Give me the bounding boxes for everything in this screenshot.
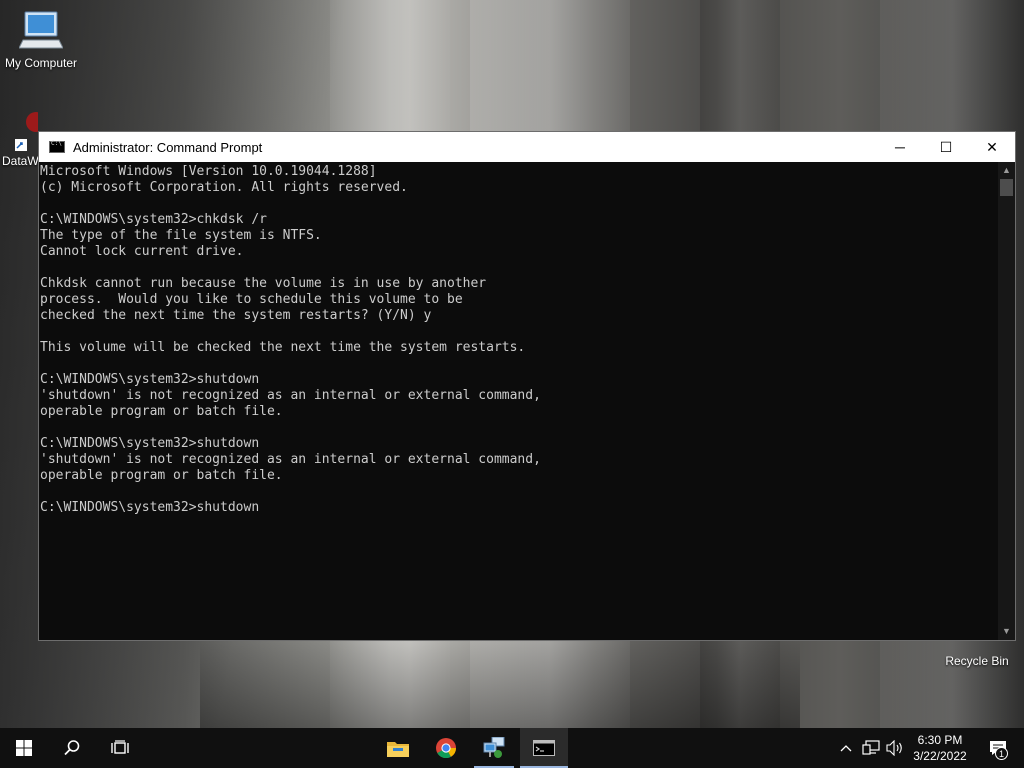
title-bar[interactable]: Administrator: Command Prompt ─ ☐ ✕ — [39, 132, 1015, 162]
chrome-icon — [436, 738, 457, 759]
taskbar-command-prompt[interactable] — [520, 728, 568, 768]
clock-time: 6:30 PM — [917, 733, 963, 747]
volume-tray-button[interactable] — [884, 728, 906, 768]
command-prompt-window[interactable]: Administrator: Command Prompt ─ ☐ ✕ Micr… — [38, 131, 1016, 641]
show-hidden-icons-button[interactable] — [836, 728, 856, 768]
console-line: C:\WINDOWS\system32>shutdown — [40, 500, 260, 515]
console-line: C:\WINDOWS\system32>shutdown — [40, 372, 260, 387]
network-tray-button[interactable] — [860, 728, 882, 768]
console-line: operable program or batch file. — [40, 404, 283, 419]
clock[interactable]: 6:30 PM 3/22/2022 — [910, 728, 970, 768]
folder-icon — [387, 742, 409, 757]
console-line: Cannot lock current drive. — [40, 244, 244, 259]
shortcut-icon — [15, 139, 27, 151]
desktop-icon-dataw[interactable]: DataW — [2, 106, 39, 168]
taskbar: 6:30 PM 3/22/2022 1 — [0, 728, 1024, 768]
app-badge-icon — [26, 112, 38, 132]
scroll-down-arrow-icon[interactable]: ▼ — [998, 623, 1015, 640]
maximize-icon: ☐ — [939, 138, 953, 155]
chevron-up-icon — [840, 745, 852, 752]
desktop-icon-label: My Computer — [4, 56, 78, 70]
task-view-button[interactable] — [96, 728, 144, 768]
console-line: checked the next time the system restart… — [40, 308, 432, 323]
cmd-icon — [533, 740, 555, 756]
console-line: 'shutdown' is not recognized as an inter… — [40, 388, 541, 403]
windows-logo-icon — [16, 740, 32, 756]
console-line: process. Would you like to schedule this… — [40, 292, 463, 307]
window-title: Administrator: Command Prompt — [73, 139, 263, 155]
action-center-button[interactable]: 1 — [978, 728, 1018, 768]
console-line: This volume will be checked the next tim… — [40, 340, 526, 355]
computer-icon — [19, 11, 63, 49]
task-view-icon — [111, 740, 129, 754]
console-line: C:\WINDOWS\system32>shutdown — [40, 436, 260, 451]
clock-date: 3/22/2022 — [913, 749, 967, 763]
start-button[interactable] — [0, 728, 48, 768]
scroll-thumb[interactable] — [1000, 179, 1013, 196]
console-line: C:\WINDOWS\system32>chkdsk /r — [40, 212, 267, 227]
search-button[interactable] — [48, 728, 96, 768]
console-line: The type of the file system is NTFS. — [40, 228, 322, 243]
console-line: Microsoft Windows [Version 10.0.19044.12… — [40, 164, 377, 179]
network-computer-icon — [483, 737, 505, 758]
minimize-icon: ─ — [895, 139, 905, 155]
desktop-icon-my-computer[interactable]: My Computer — [2, 8, 80, 70]
vertical-scrollbar[interactable]: ▲ ▼ — [998, 162, 1015, 640]
speaker-icon — [886, 740, 902, 756]
close-button[interactable]: ✕ — [969, 132, 1015, 162]
console-line: Chkdsk cannot run because the volume is … — [40, 276, 487, 291]
console-line: operable program or batch file. — [40, 468, 283, 483]
taskbar-file-explorer[interactable] — [374, 728, 422, 768]
network-icon — [862, 740, 880, 755]
minimize-button[interactable]: ─ — [877, 132, 923, 162]
desktop-icon-label: Recycle Bin — [945, 654, 1009, 668]
close-icon: ✕ — [986, 138, 998, 155]
taskbar-chrome[interactable] — [422, 728, 470, 768]
maximize-button[interactable]: ☐ — [923, 132, 969, 162]
console-line: 'shutdown' is not recognized as an inter… — [40, 452, 541, 467]
taskbar-network-app[interactable] — [470, 728, 518, 768]
desktop-icon-label: DataW — [2, 154, 39, 168]
console-line: (c) Microsoft Corporation. All rights re… — [40, 180, 408, 195]
notification-count-badge: 1 — [995, 747, 1008, 760]
desktop-icon-recycle-bin[interactable]: Recycle Bin — [940, 652, 1014, 668]
cmd-app-icon — [49, 140, 65, 153]
scroll-up-arrow-icon[interactable]: ▲ — [998, 162, 1015, 179]
console-output[interactable]: Microsoft Windows [Version 10.0.19044.12… — [39, 162, 998, 640]
search-icon — [64, 740, 80, 756]
